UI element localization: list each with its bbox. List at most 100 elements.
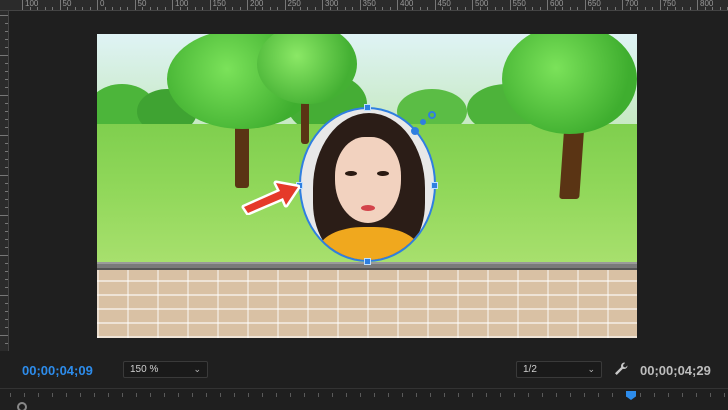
timeline-tick — [52, 393, 53, 397]
ruler-minor-tick — [674, 7, 676, 10]
ruler-minor-tick — [382, 7, 383, 10]
timeline-tick — [262, 393, 263, 397]
timeline-tick — [724, 393, 725, 397]
ruler-tick — [0, 215, 8, 216]
ruler-minor-tick — [419, 7, 421, 10]
ruler-minor-tick — [367, 7, 368, 10]
timeline-tick — [94, 393, 95, 397]
mask-rotate-handle[interactable] — [420, 119, 426, 125]
ruler-minor-tick — [644, 7, 646, 10]
zoom-level-value: 150 % — [130, 364, 159, 375]
timeline-tick — [80, 393, 81, 397]
timeline-tick — [304, 393, 305, 397]
ruler-minor-tick — [517, 7, 518, 10]
mask-feather-handle[interactable] — [428, 111, 436, 119]
timeline-tick — [136, 393, 137, 397]
timeline-tick — [332, 393, 333, 397]
ruler-minor-tick — [449, 7, 451, 10]
ruler-minor-tick — [667, 7, 668, 10]
current-timecode[interactable]: 00;00;04;09 — [22, 363, 93, 378]
ruler-tick — [5, 39, 8, 40]
ruler-minor-tick — [239, 7, 241, 10]
ruler-minor-tick — [217, 7, 218, 10]
ruler-minor-tick — [352, 7, 353, 10]
mask-handle-right[interactable] — [431, 182, 438, 189]
timeline-tick — [696, 393, 697, 397]
ruler-minor-tick — [599, 7, 601, 10]
ruler-minor-tick — [374, 7, 376, 10]
ruler-tick — [5, 79, 8, 80]
mask-rotate-handle[interactable] — [411, 127, 419, 135]
timeline-tick — [668, 393, 669, 397]
ruler-tick — [5, 303, 8, 304]
ruler-minor-tick — [164, 7, 166, 10]
timeline-tick — [570, 393, 571, 397]
monitor-controls-bar: 00;00;04;09 150 % ⌄ 1/2 ⌄ 00;00;04;29 — [0, 355, 728, 385]
ruler-major-tick — [622, 0, 623, 10]
ruler-minor-tick — [637, 7, 638, 10]
ruler-minor-tick — [344, 7, 346, 10]
mask-handle-bottom[interactable] — [364, 258, 371, 265]
timeline-zoom-knob[interactable] — [17, 402, 27, 410]
ruler-tick — [5, 199, 8, 200]
timeline-tick — [374, 393, 375, 397]
timeline-tick — [276, 393, 277, 397]
ruler-minor-tick — [187, 7, 188, 10]
zoom-level-select[interactable]: 150 % ⌄ — [123, 361, 208, 378]
wrench-icon[interactable] — [613, 361, 629, 377]
ruler-minor-tick — [37, 7, 38, 10]
ruler-minor-tick — [607, 7, 608, 10]
ruler-tick — [5, 239, 8, 240]
ruler-minor-tick — [329, 7, 331, 10]
timeline-tick — [682, 393, 683, 397]
ruler-minor-tick — [277, 7, 278, 10]
playback-resolution-select[interactable]: 1/2 ⌄ — [516, 361, 602, 378]
ruler-minor-tick — [412, 7, 413, 10]
timeline-tick — [318, 393, 319, 397]
ruler-tick — [0, 295, 8, 296]
ruler-minor-tick — [689, 7, 691, 10]
ruler-minor-tick — [712, 7, 713, 10]
ruler-tick — [5, 327, 8, 328]
ruler-major-tick — [397, 0, 398, 10]
ruler-minor-tick — [629, 7, 631, 10]
ruler-major-tick — [697, 0, 698, 10]
ruler-major-tick — [434, 0, 436, 10]
ruler-minor-tick — [427, 7, 428, 10]
ruler-minor-tick — [464, 7, 466, 10]
mask-handle-top[interactable] — [364, 104, 371, 111]
ruler-major-tick — [97, 0, 98, 10]
timeline-tick — [556, 393, 557, 397]
timeline-tick — [178, 393, 179, 397]
program-monitor-canvas[interactable] — [97, 34, 637, 338]
timeline-tick — [360, 393, 361, 397]
ruler-minor-tick — [254, 7, 256, 10]
timeline-tick — [206, 393, 207, 397]
ruler-minor-tick — [52, 7, 53, 10]
chevron-down-icon: ⌄ — [587, 364, 595, 374]
ruler-tick — [5, 231, 8, 232]
ruler-major-tick — [322, 0, 323, 10]
ruler-tick — [5, 191, 8, 192]
ruler-minor-tick — [44, 7, 46, 10]
mini-timeline[interactable] — [0, 388, 728, 410]
ruler-minor-tick — [194, 7, 196, 10]
ruler-tick — [5, 31, 8, 32]
left-ruler — [0, 11, 9, 351]
ruler-minor-tick — [719, 7, 721, 10]
ruler-tick — [0, 175, 8, 176]
ruler-major-tick — [584, 0, 586, 10]
ruler-major-tick — [209, 0, 211, 10]
ruler-major-tick — [509, 0, 511, 10]
timeline-tick — [122, 393, 123, 397]
timeline-tick — [486, 393, 487, 397]
timeline-tick — [612, 393, 613, 397]
ruler-minor-tick — [502, 7, 503, 10]
ruler-minor-tick — [179, 7, 181, 10]
ruler-minor-tick — [614, 7, 616, 10]
timeline-tick — [164, 393, 165, 397]
ruler-minor-tick — [404, 7, 406, 10]
timeline-tick — [416, 393, 417, 397]
timeline-tick — [514, 393, 515, 397]
ruler-minor-tick — [232, 7, 233, 10]
